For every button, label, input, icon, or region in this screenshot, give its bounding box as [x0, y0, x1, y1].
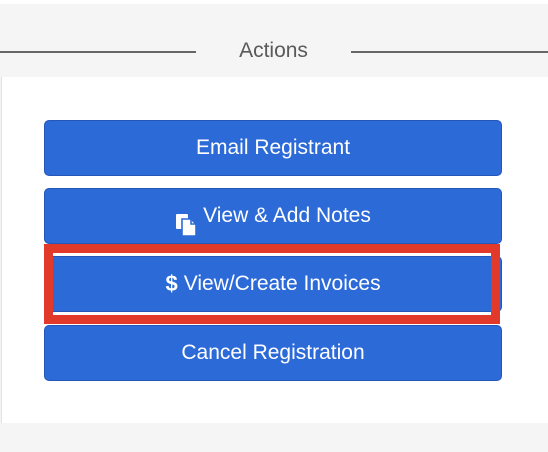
actions-page: Actions Email Registrant View & Add Note… — [0, 0, 548, 452]
view-create-invoices-button[interactable]: $ View/Create Invoices — [44, 256, 502, 312]
view-add-notes-button[interactable]: View & Add Notes — [44, 188, 502, 244]
divider-left — [0, 51, 196, 53]
actions-header: Actions — [0, 4, 548, 77]
email-registrant-label: Email Registrant — [195, 136, 351, 159]
copy-icon — [175, 204, 197, 237]
email-registrant-button[interactable]: Email Registrant — [44, 120, 502, 176]
divider-right — [351, 51, 548, 53]
view-create-invoices-label: View/Create Invoices — [183, 272, 381, 295]
cancel-registration-button[interactable]: Cancel Registration — [44, 325, 502, 381]
section-title: Actions — [239, 39, 308, 62]
dollar-icon: $ — [165, 271, 178, 296]
cancel-registration-label: Cancel Registration — [181, 341, 365, 364]
view-add-notes-label: View & Add Notes — [203, 204, 371, 227]
